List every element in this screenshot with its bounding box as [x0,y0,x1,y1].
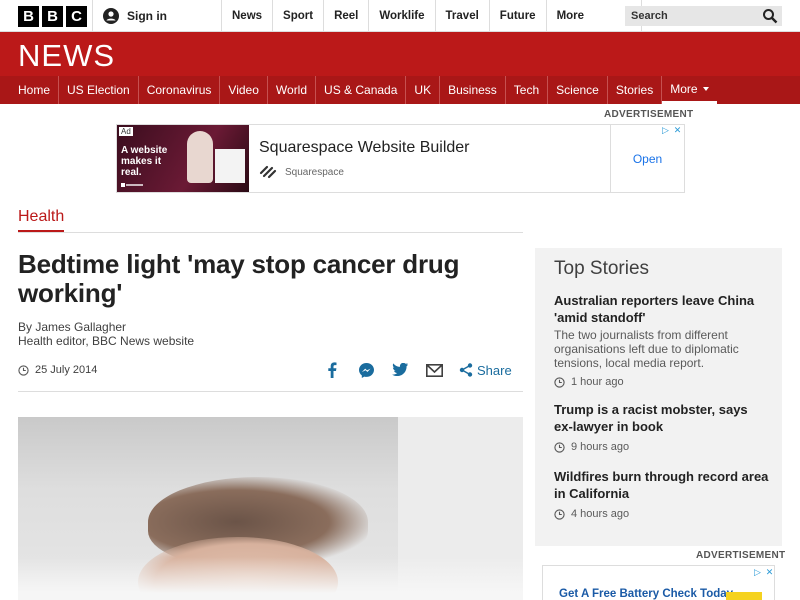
global-nav-reel[interactable]: Reel [323,0,368,32]
article-headline: Bedtime light 'may stop cancer drug work… [18,249,460,308]
article-date-text: 25 July 2014 [35,364,98,376]
clock-icon [554,441,565,453]
news-nav-home[interactable]: Home [10,76,60,104]
image-pillow [18,557,523,600]
byline-role: Health editor, BBC News website [18,334,195,348]
global-bar: B B C Sign in News Sport Reel Worklife T… [0,0,800,32]
news-nav-more-label: More [670,81,698,96]
clock-icon [554,376,565,388]
adchoices-info-icon: ▷ [662,125,669,135]
top-story-item[interactable]: Wildfires burn through record area in Ca… [554,468,769,520]
ad-image-figure [187,131,213,183]
ad-title[interactable]: Squarespace Website Builder [259,139,600,157]
ad-image-panel [215,149,245,183]
ad-tag: Ad [119,127,133,136]
top-story-time-text: 9 hours ago [571,441,630,453]
side-ad-badge [726,592,762,600]
top-stories-title: Top Stories [554,258,650,279]
news-masthead: NEWS Home US Election Coronavirus Video … [0,32,800,104]
news-nav-video[interactable]: Video [220,76,268,104]
global-nav-travel[interactable]: Travel [434,0,489,32]
global-nav-sport[interactable]: Sport [272,0,323,32]
share-icon [459,363,473,377]
share-tools: Share [323,361,512,379]
top-story-title[interactable]: Australian reporters leave China 'amid s… [554,292,769,326]
facebook-icon[interactable] [323,361,341,379]
top-story-item[interactable]: Australian reporters leave China 'amid s… [554,292,769,388]
ad-body[interactable]: Squarespace Website Builder Squarespace [249,125,611,192]
ad-image-headline: A website makes it real. [121,145,168,178]
section-label[interactable]: Health [18,208,65,233]
news-nav-us-election[interactable]: US Election [59,76,139,104]
bbc-logo-letter: C [66,6,87,27]
news-nav-business[interactable]: Business [440,76,506,104]
top-story-item[interactable]: Trump is a racist mobster, says ex-lawye… [554,401,769,453]
ad-sponsor-name: Squarespace [285,166,344,178]
bbc-logo-letter: B [42,6,63,27]
user-icon [103,8,119,24]
side-ad-text[interactable]: Get A Free Battery Check Today [559,588,733,600]
news-nav-science[interactable]: Science [548,76,608,104]
article-date: 25 July 2014 [18,364,97,376]
signin-label: Sign in [127,9,167,23]
global-nav: News Sport Reel Worklife Travel Future M… [221,0,642,32]
twitter-icon[interactable] [391,361,409,379]
news-nav-more[interactable]: More [662,76,717,104]
clock-icon [554,508,565,520]
squarespace-icon [259,165,277,179]
email-icon[interactable] [425,361,443,379]
top-story-time-text: 4 hours ago [571,508,630,520]
search-input[interactable]: Search [625,6,782,26]
advertisement-label: ADVERTISEMENT [604,109,694,120]
global-nav-news[interactable]: News [221,0,272,32]
top-story-time: 9 hours ago [554,441,769,453]
search-placeholder: Search [631,10,668,22]
news-nav-stories[interactable]: Stories [608,76,663,104]
search-icon[interactable] [762,8,778,24]
clock-icon [18,364,29,376]
top-story-time-text: 1 hour ago [571,376,624,388]
news-nav-coronavirus[interactable]: Coronavirus [139,76,221,104]
close-icon[interactable]: ✕ [764,567,775,578]
global-nav-more-label: More [556,10,585,22]
article-divider [18,391,523,392]
ad-sponsor: Squarespace [259,165,600,179]
top-story-time: 1 hour ago [554,376,769,388]
news-nav-us-canada[interactable]: US & Canada [316,76,407,104]
ad-image[interactable]: Ad A website makes it real. [117,125,249,192]
global-nav-future[interactable]: Future [488,0,546,32]
news-nav-tech[interactable]: Tech [506,76,549,104]
close-icon[interactable]: ✕ [672,125,683,136]
news-nav-world[interactable]: World [268,76,317,104]
news-nav: Home US Election Coronavirus Video World… [0,76,800,104]
adchoices-info-icon: ▷ [754,567,761,577]
top-stories-panel: Top Stories Australian reporters leave C… [535,248,782,546]
news-logo[interactable]: NEWS [18,38,115,74]
top-ad-banner[interactable]: Ad A website makes it real. Squarespace … [116,124,685,193]
signin-button[interactable]: Sign in [92,0,212,32]
bbc-logo[interactable]: B B C [18,6,87,27]
adchoices-icon[interactable]: ▷ ✕ [752,567,775,578]
news-nav-uk[interactable]: UK [406,76,441,104]
messenger-icon[interactable] [357,361,375,379]
top-story-title[interactable]: Wildfires burn through record area in Ca… [554,468,769,502]
share-button[interactable]: Share [459,363,512,378]
advertisement-label: ADVERTISEMENT [696,550,786,561]
bbc-logo-letter: B [18,6,39,27]
squarespace-logo-icon [121,183,143,187]
share-label: Share [477,362,512,378]
chevron-down-icon [702,86,709,91]
top-story-title[interactable]: Trump is a racist mobster, says ex-lawye… [554,401,769,435]
byline-author: By James Gallagher [18,320,127,334]
global-nav-worklife[interactable]: Worklife [368,0,434,32]
top-story-summary: The two journalists from different organ… [554,328,739,370]
article-image [18,417,523,600]
adchoices-icon[interactable]: ▷ ✕ [660,125,683,136]
section-divider [18,232,523,233]
top-story-time: 4 hours ago [554,508,769,520]
side-ad-banner[interactable]: Get A Free Battery Check Today [542,565,775,600]
